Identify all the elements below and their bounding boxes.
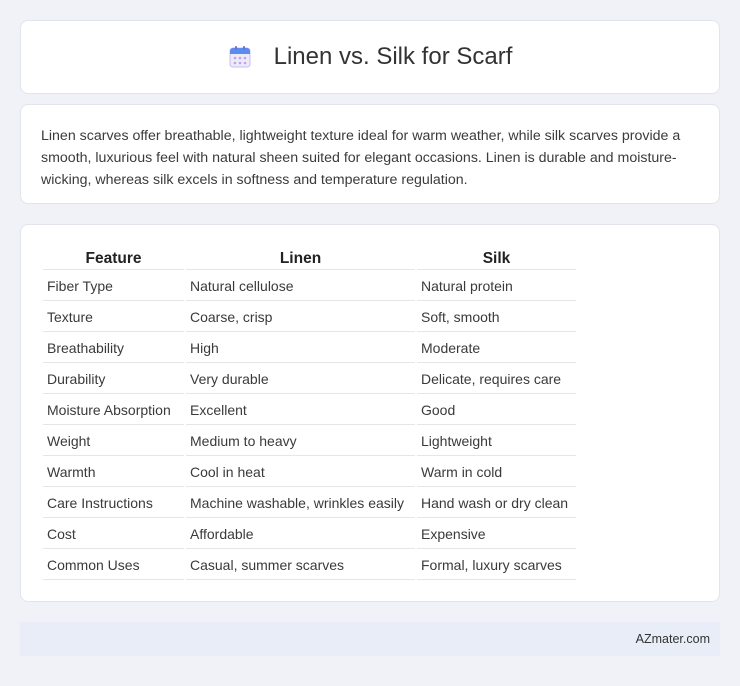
footer: AZmater.com bbox=[20, 622, 720, 656]
silk-cell: Lightweight bbox=[417, 427, 576, 456]
comparison-table: Feature Linen Silk Fiber Type Natural ce… bbox=[41, 247, 578, 582]
linen-cell: Coarse, crisp bbox=[186, 303, 415, 332]
linen-cell: Casual, summer scarves bbox=[186, 551, 415, 580]
linen-cell: Machine washable, wrinkles easily bbox=[186, 489, 415, 518]
feature-cell: Warmth bbox=[43, 458, 184, 487]
table-row: Care Instructions Machine washable, wrin… bbox=[43, 489, 576, 518]
feature-cell: Care Instructions bbox=[43, 489, 184, 518]
column-header-feature: Feature bbox=[43, 249, 184, 270]
table-row: Breathability High Moderate bbox=[43, 334, 576, 363]
summary-text: Linen scarves offer breathable, lightwei… bbox=[41, 128, 681, 188]
feature-cell: Fiber Type bbox=[43, 272, 184, 301]
table-row: Texture Coarse, crisp Soft, smooth bbox=[43, 303, 576, 332]
linen-cell: Medium to heavy bbox=[186, 427, 415, 456]
table-row: Common Uses Casual, summer scarves Forma… bbox=[43, 551, 576, 580]
linen-cell: High bbox=[186, 334, 415, 363]
linen-cell: Natural cellulose bbox=[186, 272, 415, 301]
feature-cell: Common Uses bbox=[43, 551, 184, 580]
feature-cell: Weight bbox=[43, 427, 184, 456]
linen-cell: Very durable bbox=[186, 365, 415, 394]
calendar-icon bbox=[229, 46, 251, 68]
feature-cell: Breathability bbox=[43, 334, 184, 363]
table-row: Durability Very durable Delicate, requir… bbox=[43, 365, 576, 394]
table-row: Warmth Cool in heat Warm in cold bbox=[43, 458, 576, 487]
table-row: Weight Medium to heavy Lightweight bbox=[43, 427, 576, 456]
silk-cell: Good bbox=[417, 396, 576, 425]
table-row: Fiber Type Natural cellulose Natural pro… bbox=[43, 272, 576, 301]
silk-cell: Warm in cold bbox=[417, 458, 576, 487]
page-title: Linen vs. Silk for Scarf bbox=[273, 43, 513, 70]
linen-cell: Affordable bbox=[186, 520, 415, 549]
silk-cell: Moderate bbox=[417, 334, 576, 363]
column-header-linen: Linen bbox=[186, 249, 415, 270]
title-card: Linen vs. Silk for Scarf bbox=[20, 20, 720, 94]
silk-cell: Expensive bbox=[417, 520, 576, 549]
silk-cell: Hand wash or dry clean bbox=[417, 489, 576, 518]
linen-cell: Cool in heat bbox=[186, 458, 415, 487]
silk-cell: Formal, luxury scarves bbox=[417, 551, 576, 580]
comparison-card: Feature Linen Silk Fiber Type Natural ce… bbox=[20, 224, 720, 602]
linen-cell: Excellent bbox=[186, 396, 415, 425]
feature-cell: Moisture Absorption bbox=[43, 396, 184, 425]
silk-cell: Soft, smooth bbox=[417, 303, 576, 332]
table-row: Cost Affordable Expensive bbox=[43, 520, 576, 549]
table-row: Moisture Absorption Excellent Good bbox=[43, 396, 576, 425]
table-header-row: Feature Linen Silk bbox=[43, 249, 576, 270]
silk-cell: Natural protein bbox=[417, 272, 576, 301]
feature-cell: Texture bbox=[43, 303, 184, 332]
silk-cell: Delicate, requires care bbox=[417, 365, 576, 394]
column-header-silk: Silk bbox=[417, 249, 576, 270]
footer-brand: AZmater.com bbox=[635, 632, 710, 646]
feature-cell: Durability bbox=[43, 365, 184, 394]
feature-cell: Cost bbox=[43, 520, 184, 549]
summary-card: Linen scarves offer breathable, lightwei… bbox=[20, 104, 720, 204]
